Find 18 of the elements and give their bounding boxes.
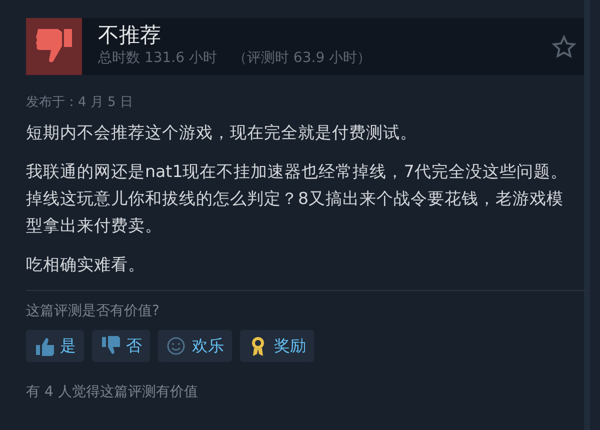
review-paragraph: 吃相确实难看。: [26, 254, 146, 276]
thumbs-up-icon: [34, 336, 54, 356]
vote-button[interactable]: 欢乐: [158, 330, 232, 362]
thumbs-down-icon: [26, 18, 82, 75]
vote-button[interactable]: 是: [26, 330, 84, 362]
vote-button[interactable]: 否: [92, 330, 150, 362]
review-paragraph: 我联通的网还是nat1现在不挂加速器也经常掉线，7代完全没这些问题。掉线这玩意儿你和拔线的怎么判定？8又搞出来个战令要花钱，老游戏模型拿出来付费卖。: [26, 160, 568, 236]
smiley-icon: [166, 336, 186, 356]
helpful-prompt: 这篇评测是否有价值?: [26, 302, 160, 320]
star-icon[interactable]: [552, 34, 576, 58]
review-paragraph: 短期内不会推荐这个游戏，现在完全就是付费测试。: [26, 122, 418, 144]
thumbs-down-icon: [100, 336, 120, 356]
helpful-count: 有 4 人觉得这篇评测有价值: [26, 382, 199, 402]
verdict-title: 不推荐: [98, 24, 162, 48]
hours-at-review: （评测时 63.9 小时）: [232, 48, 372, 68]
vote-button[interactable]: 奖励: [240, 330, 314, 362]
hours-played: 总时数 131.6 小时: [98, 48, 217, 68]
posted-date: 发布于：4 月 5 日: [26, 94, 134, 112]
